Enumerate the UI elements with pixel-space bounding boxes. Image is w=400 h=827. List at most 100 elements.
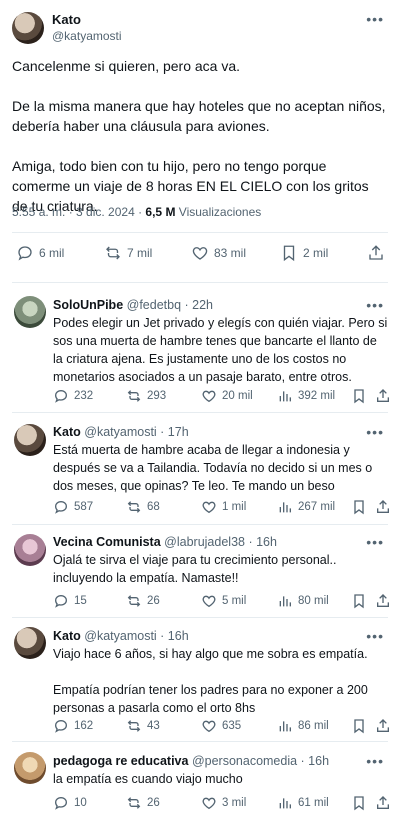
avatar[interactable]	[12, 12, 44, 44]
author-handle[interactable]: @katyamosti · 16h	[84, 629, 188, 643]
repost-button[interactable]: 43	[126, 718, 160, 734]
reply-text: Podes elegir un Jet privado y elegís con…	[53, 316, 388, 384]
views-button[interactable]: 392 mil	[277, 388, 335, 404]
more-options-icon[interactable]: •••	[366, 753, 384, 769]
share-icon	[369, 245, 383, 260]
views-button[interactable]: 61 mil	[277, 795, 329, 811]
bookmark-button[interactable]	[351, 499, 372, 515]
author-name[interactable]: Kato	[53, 629, 81, 643]
more-options-icon[interactable]: •••	[366, 534, 384, 550]
reply-icon	[54, 500, 68, 514]
reply-count: 10	[74, 797, 87, 809]
share-button[interactable]	[375, 593, 396, 609]
reply-count: 587	[74, 501, 94, 513]
author-handle[interactable]: @personacomedia · 16h	[192, 754, 329, 768]
reply-button[interactable]: 15	[53, 593, 87, 609]
analytics-icon	[279, 596, 291, 607]
reply-tweet[interactable]: SoloUnPibe @fedetbq · 22h ••• Podes eleg…	[0, 293, 400, 413]
bookmark-icon	[283, 245, 295, 262]
author-name[interactable]: SoloUnPibe	[53, 298, 123, 312]
reply-count: 162	[74, 720, 94, 732]
share-button[interactable]	[375, 499, 396, 515]
repost-icon	[127, 720, 141, 732]
reply-count: 232	[74, 390, 94, 402]
views-count: 80 mil	[298, 595, 329, 607]
repost-button[interactable]: 7 mil	[104, 244, 152, 262]
avatar[interactable]	[14, 752, 46, 784]
divider	[12, 412, 388, 413]
like-count: 20 mil	[222, 390, 253, 402]
reply-actions: 162 43 635 86 mil	[53, 718, 389, 734]
repost-icon	[127, 501, 141, 513]
author-handle[interactable]: @labrujadel38 · 16h	[164, 535, 277, 549]
reply-button[interactable]: 587	[53, 499, 93, 515]
author-name[interactable]: Kato	[52, 12, 122, 28]
avatar[interactable]	[14, 627, 46, 659]
author-handle[interactable]: @katyamosti	[52, 28, 122, 44]
analytics-icon	[279, 391, 291, 402]
share-button[interactable]	[375, 718, 396, 734]
bookmark-button[interactable]	[351, 718, 372, 734]
reply-text: Viajo hace 6 años, si hay algo que me so…	[53, 645, 389, 717]
bookmark-icon	[354, 796, 364, 811]
like-button[interactable]: 635	[201, 718, 241, 734]
reply-icon	[54, 389, 68, 403]
more-options-icon[interactable]: •••	[366, 628, 384, 644]
reply-paragraph: Empatía podrían tener los padres para no…	[53, 683, 368, 715]
repost-button[interactable]: 26	[126, 593, 160, 609]
bookmark-button[interactable]	[351, 388, 372, 404]
repost-button[interactable]: 293	[126, 388, 166, 404]
views-button[interactable]: 80 mil	[277, 593, 329, 609]
author-handle[interactable]: @fedetbq · 22h	[127, 298, 213, 312]
more-options-icon[interactable]: •••	[366, 297, 384, 313]
author-handle[interactable]: @katyamosti · 17h	[84, 425, 188, 439]
like-button[interactable]: 1 mil	[201, 499, 246, 515]
author-name[interactable]: Vecina Comunista	[53, 535, 161, 549]
more-options-icon[interactable]: •••	[366, 424, 384, 440]
reply-tweet[interactable]: Vecina Comunista @labrujadel38 · 16h •••…	[0, 531, 400, 616]
views-count: 267 mil	[298, 501, 336, 513]
like-button[interactable]: 5 mil	[201, 593, 246, 609]
bookmark-button[interactable]: 2 mil	[280, 244, 328, 262]
share-button[interactable]	[375, 388, 396, 404]
repost-button[interactable]: 68	[126, 499, 160, 515]
tweet-timestamp[interactable]: 5:55 a. m. · 3 dic. 2024 ·	[12, 205, 142, 219]
repost-count: 26	[147, 797, 160, 809]
author-name[interactable]: Kato	[53, 425, 81, 439]
divider	[12, 282, 388, 283]
reply-tweet[interactable]: pedagoga re educativa @personacomedia · …	[0, 749, 400, 821]
reply-button[interactable]: 232	[53, 388, 93, 404]
bookmark-button[interactable]	[351, 795, 372, 811]
repost-icon	[127, 390, 141, 402]
views-button[interactable]: 267 mil	[277, 499, 335, 515]
share-icon	[377, 389, 389, 402]
reply-button[interactable]: 6 mil	[16, 244, 64, 262]
share-button[interactable]	[375, 795, 396, 811]
avatar[interactable]	[14, 424, 46, 456]
share-button[interactable]	[367, 244, 390, 262]
like-button[interactable]: 3 mil	[201, 795, 246, 811]
reply-icon	[54, 719, 68, 733]
like-button[interactable]: 20 mil	[201, 388, 253, 404]
like-button[interactable]: 83 mil	[191, 244, 246, 262]
author-name[interactable]: pedagoga re educativa	[53, 754, 188, 768]
repost-button[interactable]: 26	[126, 795, 160, 811]
reply-actions: 587 68 1 mil 267 mil	[53, 499, 389, 515]
heart-icon	[202, 501, 216, 514]
reply-button[interactable]: 10	[53, 795, 87, 811]
reply-tweet[interactable]: Kato @katyamosti · 17h ••• Está muerta d…	[0, 420, 400, 524]
avatar[interactable]	[14, 296, 46, 328]
share-icon	[377, 719, 389, 732]
reply-tweet[interactable]: Kato @katyamosti · 16h ••• Viajo hace 6 …	[0, 624, 400, 741]
repost-icon	[106, 246, 120, 260]
more-options-icon[interactable]: •••	[366, 12, 384, 26]
heart-icon	[202, 720, 216, 733]
like-count: 1 mil	[222, 501, 247, 513]
tweet-text: Cancelenme si quieren, pero aca va. De l…	[12, 56, 388, 216]
reply-button[interactable]: 162	[53, 718, 93, 734]
divider	[12, 524, 388, 525]
bookmark-button[interactable]	[351, 593, 372, 609]
repost-count: 293	[147, 390, 167, 402]
avatar[interactable]	[14, 534, 46, 566]
views-button[interactable]: 86 mil	[277, 718, 329, 734]
